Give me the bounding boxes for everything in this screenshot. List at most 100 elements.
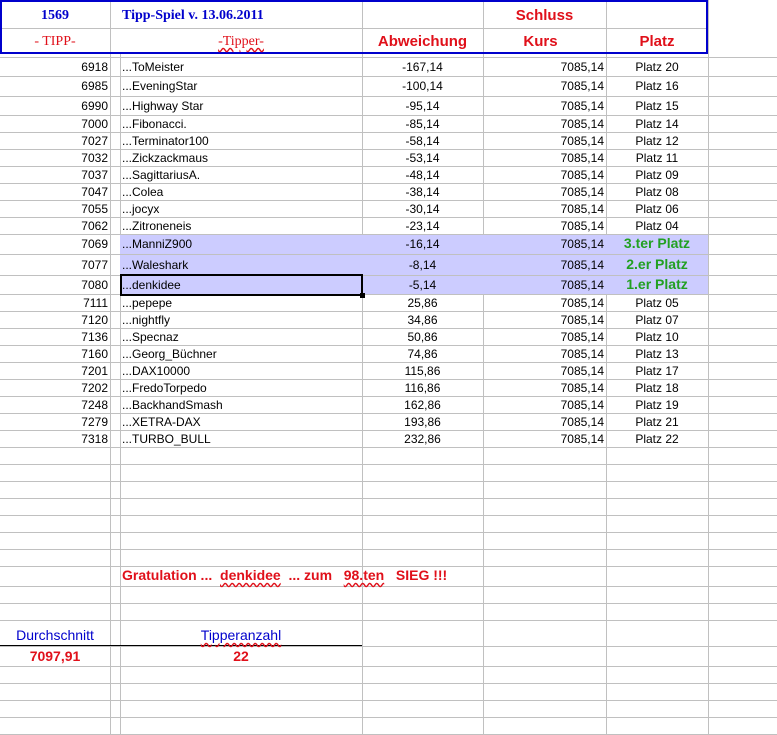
- platz-cell[interactable]: Platz 21: [606, 416, 708, 428]
- kurs-cell[interactable]: 7085,14: [483, 399, 604, 411]
- tipper-cell[interactable]: ...jocyx: [122, 203, 360, 215]
- platz-cell[interactable]: Platz 13: [606, 348, 708, 360]
- tipp-cell[interactable]: 7032: [0, 152, 108, 164]
- kurs-cell[interactable]: 7085,14: [483, 279, 604, 291]
- platz-cell[interactable]: Platz 06: [606, 203, 708, 215]
- tipp-cell[interactable]: 7037: [0, 169, 108, 181]
- tipp-cell[interactable]: 7080: [0, 279, 108, 291]
- kurs-cell[interactable]: 7085,14: [483, 100, 604, 112]
- tipper-cell[interactable]: ...Colea: [122, 186, 360, 198]
- abweichung-cell[interactable]: -48,14: [362, 169, 483, 181]
- platz-cell[interactable]: Platz 16: [606, 80, 708, 92]
- tipp-cell[interactable]: 6990: [0, 100, 108, 112]
- tipp-cell[interactable]: 7069: [0, 238, 108, 250]
- tipper-cell[interactable]: ...XETRA-DAX: [122, 416, 360, 428]
- abweichung-cell[interactable]: 193,86: [362, 416, 483, 428]
- tipper-cell[interactable]: ...SagittariusA.: [122, 169, 360, 181]
- platz-cell[interactable]: Platz 22: [606, 433, 708, 445]
- abweichung-cell[interactable]: -5,14: [362, 279, 483, 291]
- abweichung-cell[interactable]: -30,14: [362, 203, 483, 215]
- platz-cell[interactable]: Platz 10: [606, 331, 708, 343]
- platz-cell[interactable]: Platz 14: [606, 118, 708, 130]
- abweichung-cell[interactable]: -58,14: [362, 135, 483, 147]
- kurs-cell[interactable]: 7085,14: [483, 118, 604, 130]
- platz-cell[interactable]: Platz 20: [606, 61, 708, 73]
- tipper-cell[interactable]: ...ManniZ900: [122, 238, 360, 250]
- tipper-cell[interactable]: ...nightfly: [122, 314, 360, 326]
- platz-cell[interactable]: Platz 11: [606, 152, 708, 164]
- kurs-cell[interactable]: 7085,14: [483, 61, 604, 73]
- abweichung-cell[interactable]: -8,14: [362, 259, 483, 271]
- tipper-cell[interactable]: ...TURBO_BULL: [122, 433, 360, 445]
- abweichung-cell[interactable]: 115,86: [362, 365, 483, 377]
- platz-cell[interactable]: 1.er Platz: [606, 277, 708, 291]
- abweichung-cell[interactable]: -23,14: [362, 220, 483, 232]
- tipp-cell[interactable]: 6918: [0, 61, 108, 73]
- tipp-cell[interactable]: 7111: [0, 297, 108, 309]
- platz-cell[interactable]: Platz 17: [606, 365, 708, 377]
- platz-cell[interactable]: Platz 05: [606, 297, 708, 309]
- platz-cell[interactable]: 2.er Platz: [606, 257, 708, 271]
- abweichung-cell[interactable]: 34,86: [362, 314, 483, 326]
- tipp-cell[interactable]: 7202: [0, 382, 108, 394]
- tipper-cell[interactable]: ...Waleshark: [122, 259, 360, 271]
- kurs-cell[interactable]: 7085,14: [483, 416, 604, 428]
- abweichung-cell[interactable]: 25,86: [362, 297, 483, 309]
- kurs-cell[interactable]: 7085,14: [483, 220, 604, 232]
- abweichung-cell[interactable]: -38,14: [362, 186, 483, 198]
- tipp-cell[interactable]: 7279: [0, 416, 108, 428]
- kurs-cell[interactable]: 7085,14: [483, 186, 604, 198]
- kurs-cell[interactable]: 7085,14: [483, 433, 604, 445]
- tipper-cell[interactable]: ...EveningStar: [122, 80, 360, 92]
- platz-cell[interactable]: Platz 07: [606, 314, 708, 326]
- tipper-cell[interactable]: ...Zitroneneis: [122, 220, 360, 232]
- platz-cell[interactable]: Platz 19: [606, 399, 708, 411]
- kurs-cell[interactable]: 7085,14: [483, 80, 604, 92]
- kurs-cell[interactable]: 7085,14: [483, 135, 604, 147]
- platz-cell[interactable]: Platz 18: [606, 382, 708, 394]
- tipper-cell[interactable]: ...pepepe: [122, 297, 360, 309]
- tipper-cell[interactable]: ...Zickzackmaus: [122, 152, 360, 164]
- tipp-cell[interactable]: 7000: [0, 118, 108, 130]
- tipper-cell[interactable]: ...Terminator100: [122, 135, 360, 147]
- tipp-cell[interactable]: 7160: [0, 348, 108, 360]
- tipp-cell[interactable]: 7201: [0, 365, 108, 377]
- abweichung-cell[interactable]: 50,86: [362, 331, 483, 343]
- tipper-cell[interactable]: ...FredoTorpedo: [122, 382, 360, 394]
- kurs-cell[interactable]: 7085,14: [483, 331, 604, 343]
- kurs-cell[interactable]: 7085,14: [483, 314, 604, 326]
- abweichung-cell[interactable]: 162,86: [362, 399, 483, 411]
- abweichung-cell[interactable]: -16,14: [362, 238, 483, 250]
- tipp-cell[interactable]: 7248: [0, 399, 108, 411]
- tipp-cell[interactable]: 7318: [0, 433, 108, 445]
- kurs-cell[interactable]: 7085,14: [483, 365, 604, 377]
- tipp-cell[interactable]: 7120: [0, 314, 108, 326]
- tipp-cell[interactable]: 7055: [0, 203, 108, 215]
- kurs-cell[interactable]: 7085,14: [483, 382, 604, 394]
- kurs-cell[interactable]: 7085,14: [483, 348, 604, 360]
- platz-cell[interactable]: Platz 09: [606, 169, 708, 181]
- tipper-cell[interactable]: ...Highway Star: [122, 100, 360, 112]
- platz-cell[interactable]: Platz 12: [606, 135, 708, 147]
- platz-cell[interactable]: Platz 15: [606, 100, 708, 112]
- kurs-cell[interactable]: 7085,14: [483, 238, 604, 250]
- abweichung-cell[interactable]: -167,14: [362, 61, 483, 73]
- tipper-cell[interactable]: ...DAX10000: [122, 365, 360, 377]
- kurs-cell[interactable]: 7085,14: [483, 259, 604, 271]
- kurs-cell[interactable]: 7085,14: [483, 169, 604, 181]
- tipper-cell[interactable]: ...Fibonacci.: [122, 118, 360, 130]
- abweichung-cell[interactable]: -53,14: [362, 152, 483, 164]
- abweichung-cell[interactable]: -85,14: [362, 118, 483, 130]
- platz-cell[interactable]: Platz 04: [606, 220, 708, 232]
- tipp-cell[interactable]: 6985: [0, 80, 108, 92]
- tipp-cell[interactable]: 7027: [0, 135, 108, 147]
- abweichung-cell[interactable]: -100,14: [362, 80, 483, 92]
- platz-cell[interactable]: Platz 08: [606, 186, 708, 198]
- tipp-cell[interactable]: 7062: [0, 220, 108, 232]
- kurs-cell[interactable]: 7085,14: [483, 152, 604, 164]
- tipp-cell[interactable]: 7077: [0, 259, 108, 271]
- abweichung-cell[interactable]: -95,14: [362, 100, 483, 112]
- abweichung-cell[interactable]: 116,86: [362, 382, 483, 394]
- tipper-cell[interactable]: ...Georg_Büchner: [122, 348, 360, 360]
- tipper-cell[interactable]: ...ToMeister: [122, 61, 360, 73]
